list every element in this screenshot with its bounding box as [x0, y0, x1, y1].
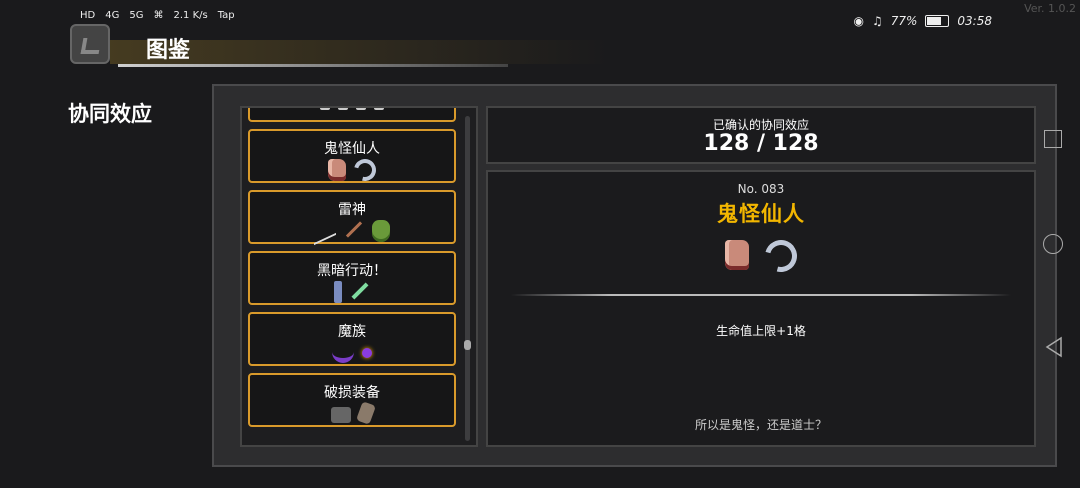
- glove-icon: [356, 401, 376, 425]
- claw-icon: [759, 234, 803, 278]
- synergy-list-item[interactable]: 鬼怪仙人: [248, 129, 456, 186]
- hd-badge: HD: [80, 10, 96, 21]
- synergy-list-item-icons: [250, 401, 454, 425]
- tap-label: Tap: [217, 10, 235, 21]
- syringe-icon: [351, 282, 369, 300]
- meat-icon: [725, 240, 749, 270]
- synergy-list-item[interactable]: 雷神: [248, 190, 456, 246]
- synergy-detail: No. 083 鬼怪仙人 生命值上限+1格 所以是鬼怪，还是道士？: [486, 170, 1036, 447]
- network-speed: 2.1 K/s: [173, 10, 208, 21]
- wifi-icon: ⌘: [153, 10, 164, 21]
- home-button[interactable]: [1043, 234, 1063, 254]
- title-underline: [118, 64, 508, 67]
- claw-icon: [349, 154, 381, 186]
- synergy-title: 鬼怪仙人: [717, 202, 805, 226]
- synergy-panel: 鬼怪仙人 雷神 黑暗行动！ 魔族 破损装备 已确认的协同效应 128 / 128 No.…: [212, 84, 1057, 467]
- eye-icon: ◉: [853, 14, 864, 28]
- synergy-list-item-name: 鬼怪仙人: [324, 141, 380, 157]
- synergy-list-inner: 鬼怪仙人雷神黑暗行动！ 魔族破损装备: [248, 108, 456, 434]
- signal-4g: 4G: [105, 10, 120, 21]
- vial-icon: [334, 281, 342, 303]
- synergy-list-item-icons: [250, 342, 454, 363]
- stick-icon: [345, 221, 363, 238]
- synergy-list-item-icons: [250, 281, 454, 303]
- battery-percent: 77%: [890, 14, 918, 28]
- synergy-list-item-name: 破损装备: [324, 385, 380, 401]
- confirmed-count-box: 已确认的协同效应 128 / 128: [486, 106, 1036, 164]
- synergy-list-item-name: 黑暗行动！: [317, 263, 387, 279]
- synergy-items: [488, 234, 1034, 278]
- synergy-list-item-icons: [250, 154, 454, 186]
- meat-icon: [328, 159, 346, 181]
- divider: [511, 294, 1011, 296]
- synergy-effect: 生命值上限+1格: [716, 324, 806, 338]
- back-nav-icon[interactable]: [1044, 336, 1064, 358]
- synergy-number: No. 083: [737, 182, 785, 196]
- orb-icon: [362, 348, 372, 358]
- scrollbar-thumb[interactable]: [464, 340, 471, 350]
- tiny-icon: [320, 108, 330, 110]
- confirmed-value: 128 / 128: [703, 131, 819, 156]
- tiny-icon: [338, 108, 348, 110]
- mute-bell-icon: ♫: [871, 14, 883, 28]
- synergy-list-item[interactable]: 黑暗行动！: [248, 251, 456, 305]
- synergy-quote: 所以是鬼怪，还是道士？: [694, 418, 827, 432]
- tiny-icon: [356, 108, 366, 110]
- synergy-list-item-icons: [250, 108, 454, 110]
- section-label: 协同效应: [68, 102, 152, 126]
- synergy-list-item[interactable]: 魔族: [248, 312, 456, 366]
- clock: 03:58: [957, 14, 992, 28]
- version-label: Ver. 1.0.2: [1024, 2, 1076, 15]
- recent-apps-button[interactable]: [1044, 130, 1062, 148]
- synergy-list-item-name: 雷神: [338, 202, 366, 218]
- synergy-list-item[interactable]: 破损装备: [248, 373, 456, 427]
- back-button[interactable]: [70, 24, 110, 64]
- page-title: 图鉴: [146, 38, 191, 63]
- horn-icon: [332, 346, 354, 363]
- synergy-list-item-icons: [250, 214, 454, 246]
- bolt-icon: [314, 214, 336, 246]
- synergy-list-item[interactable]: [248, 108, 456, 122]
- tiny-icon: [374, 108, 384, 110]
- synergy-list[interactable]: 鬼怪仙人雷神黑暗行动！ 魔族破损装备: [240, 106, 478, 447]
- battery-icon: [925, 15, 950, 27]
- scrollbar-track[interactable]: [465, 116, 470, 441]
- synergy-list-item-name: 魔族: [338, 324, 366, 340]
- signal-5g: 5G: [129, 10, 144, 21]
- mask-icon: [372, 220, 390, 242]
- boot-icon: [331, 407, 351, 423]
